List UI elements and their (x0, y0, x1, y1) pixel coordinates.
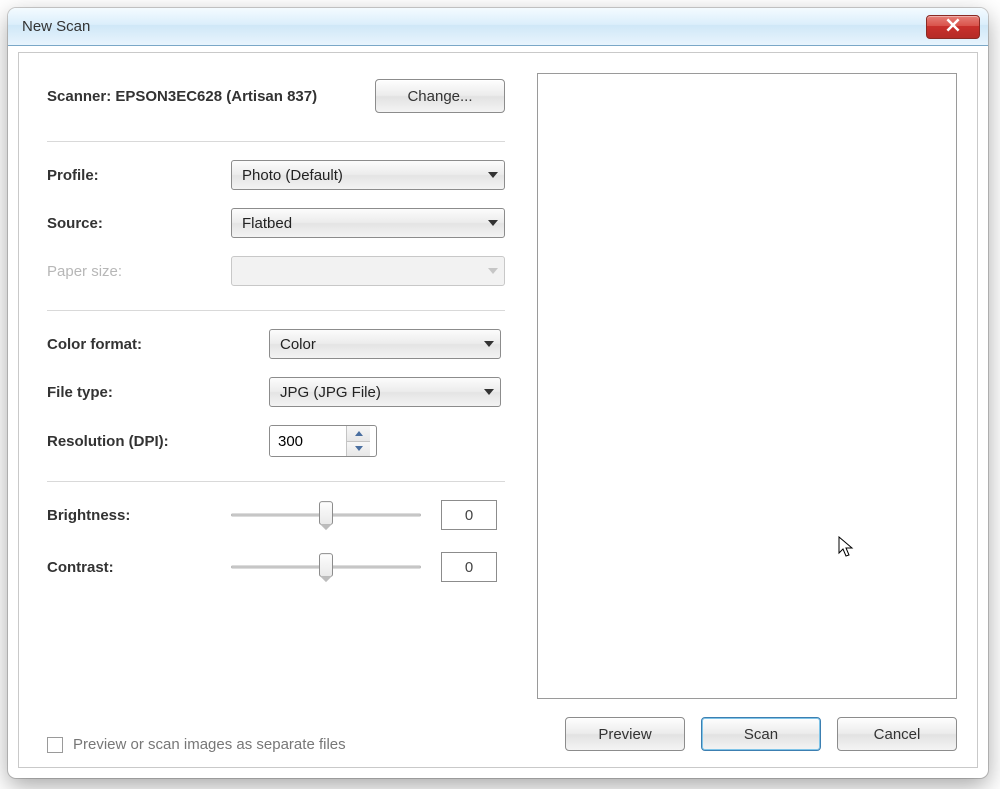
source-value: Flatbed (242, 215, 292, 232)
spin-buttons[interactable] (346, 426, 370, 456)
dialog-buttons: Preview Scan Cancel (537, 699, 957, 751)
chevron-up-icon (355, 431, 363, 436)
paper-size-label: Paper size: (47, 263, 231, 280)
profile-value: Photo (Default) (242, 167, 343, 184)
preview-area[interactable] (537, 73, 957, 699)
brightness-value: 0 (441, 500, 497, 530)
separator (47, 141, 505, 142)
brightness-slider[interactable] (231, 501, 421, 529)
spin-down-button[interactable] (347, 442, 370, 457)
chevron-down-icon (484, 389, 494, 395)
brightness-label: Brightness: (47, 507, 231, 524)
scanner-name: EPSON3EC628 (Artisan 837) (115, 88, 317, 105)
separate-files-label: Preview or scan images as separate files (73, 736, 346, 753)
chevron-down-icon (488, 172, 498, 178)
cursor-icon (838, 536, 856, 558)
client-area: Scanner: EPSON3EC628 (Artisan 837) Chang… (18, 52, 978, 768)
window-title: New Scan (22, 18, 926, 35)
file-type-label: File type: (47, 384, 269, 401)
resolution-input[interactable] (270, 426, 346, 456)
separate-files-checkbox[interactable] (47, 737, 63, 753)
change-scanner-button[interactable]: Change... (375, 79, 505, 113)
color-format-label: Color format: (47, 336, 269, 353)
chevron-down-icon (484, 341, 494, 347)
resolution-label: Resolution (DPI): (47, 433, 269, 450)
paper-size-select (231, 256, 505, 286)
scan-button[interactable]: Scan (701, 717, 821, 751)
color-format-select[interactable]: Color (269, 329, 501, 359)
resolution-spinner[interactable] (269, 425, 377, 457)
profile-select[interactable]: Photo (Default) (231, 160, 505, 190)
preview-button[interactable]: Preview (565, 717, 685, 751)
scanner-label: Scanner: EPSON3EC628 (Artisan 837) (47, 88, 357, 105)
color-format-value: Color (280, 336, 316, 353)
profile-label: Profile: (47, 167, 231, 184)
settings-pane: Scanner: EPSON3EC628 (Artisan 837) Chang… (19, 53, 529, 767)
close-button[interactable] (926, 15, 980, 39)
dialog-window: New Scan Scanner: EPSON3EC628 (Artisan 8… (8, 8, 988, 778)
file-type-select[interactable]: JPG (JPG File) (269, 377, 501, 407)
file-type-value: JPG (JPG File) (280, 384, 381, 401)
contrast-slider[interactable] (231, 553, 421, 581)
cancel-button[interactable]: Cancel (837, 717, 957, 751)
chevron-down-icon (488, 220, 498, 226)
chevron-down-icon (355, 446, 363, 451)
slider-thumb[interactable] (319, 501, 333, 525)
close-icon (946, 18, 960, 36)
spin-up-button[interactable] (347, 426, 370, 442)
source-select[interactable]: Flatbed (231, 208, 505, 238)
separator (47, 481, 505, 482)
source-label: Source: (47, 215, 231, 232)
separator (47, 310, 505, 311)
contrast-label: Contrast: (47, 559, 231, 576)
slider-thumb[interactable] (319, 553, 333, 577)
preview-pane: Preview Scan Cancel (529, 53, 977, 767)
contrast-value: 0 (441, 552, 497, 582)
titlebar[interactable]: New Scan (8, 8, 988, 46)
chevron-down-icon (488, 268, 498, 274)
scanner-label-prefix: Scanner: (47, 88, 115, 105)
